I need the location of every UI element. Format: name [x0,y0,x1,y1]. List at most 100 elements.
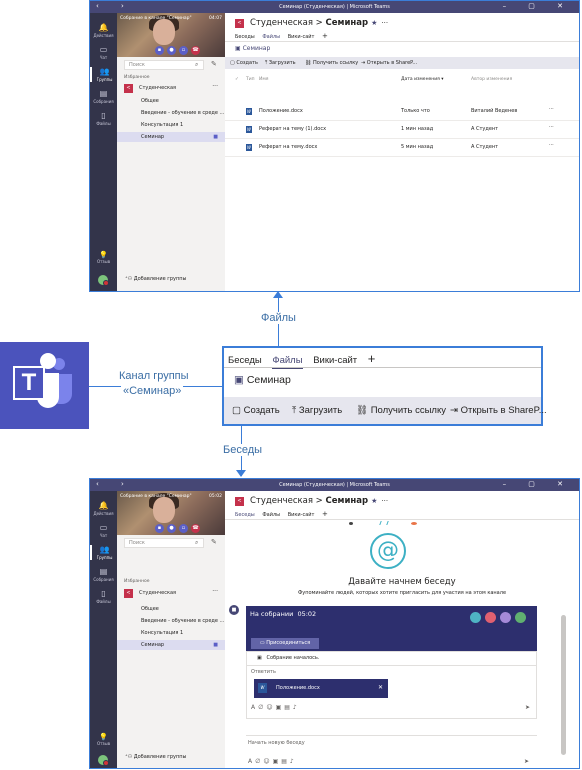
channel-general[interactable]: Общее [117,604,225,614]
more-icon[interactable]: ··· [549,106,554,112]
mic-icon[interactable]: ● [167,524,176,533]
rail-files[interactable]: ▯ Файлы [90,589,117,604]
participant-avatar[interactable] [470,612,481,623]
add-group-button[interactable]: ⁺⚇ Добавление группы [125,276,186,282]
more-icon[interactable]: ··· [212,83,218,90]
avatar[interactable] [98,755,109,766]
more-icon[interactable]: ··· [549,142,554,148]
channel-general[interactable]: Общее [117,96,225,106]
hangup-icon[interactable]: ☎ [191,524,200,533]
camera-icon[interactable]: ▪ [155,524,164,533]
file-name[interactable]: Реферат на тему (1).docx [259,126,326,132]
more-icon[interactable]: ··· [212,588,218,595]
scrollbar[interactable] [561,615,566,755]
file-name[interactable]: Положение.docx [259,108,303,114]
search-icon[interactable]: ⌕ [195,539,198,547]
participant-avatar[interactable] [500,612,511,623]
call-video[interactable]: Собрание в канале "Семинар" 04:07 ▪ ● ▫ … [117,13,225,57]
avatar[interactable] [98,275,109,286]
rail-teams[interactable]: 👥 Группы [90,545,117,560]
add-tab-icon[interactable]: + [322,32,328,40]
window-controls-icon[interactable]: – ▢ ✕ [503,2,573,10]
rail-files[interactable]: ▯ Файлы [90,111,117,126]
send-icon[interactable]: ➤ [524,758,529,765]
tab-wiki[interactable]: Вики-сайт [288,512,315,518]
rail-meetings[interactable]: ▤ Собрания [90,567,117,582]
search-icon[interactable]: ⌕ [195,61,198,69]
more-icon[interactable]: ··· [549,124,554,130]
add-tab-icon[interactable]: + [368,351,376,366]
rail-chat[interactable]: ▭ Чат [90,45,117,60]
channel-consult[interactable]: Консультация 1 [117,120,225,130]
rail-meetings[interactable]: ▤ Собрания [90,89,117,104]
participant-avatar[interactable] [485,612,496,623]
mic-icon[interactable]: ● [167,46,176,55]
zoom-open-sharepoint-button[interactable]: ⇥ Открыть в ShareP... [450,405,547,416]
join-button[interactable]: ▭ Присоединиться [251,638,319,649]
zoom-tab-wiki[interactable]: Вики-сайт [313,355,357,366]
hangup-icon[interactable]: ☎ [191,46,200,55]
rail-chat[interactable]: ▭ Чат [90,523,117,538]
zoom-upload-button[interactable]: ⤒ Загрузить [292,405,342,416]
meeting-started-label: Собрание началось. [266,655,320,661]
share-icon[interactable]: ▫ [179,46,188,55]
tab-wiki[interactable]: Вики-сайт [288,34,315,40]
upload-button[interactable]: ⤒ Загрузить [265,60,296,66]
zoom-tab-chats[interactable]: Беседы [228,355,262,366]
team-item[interactable]: < Студенческая ··· [122,588,222,599]
channel-seminar[interactable]: Семинар ■ [117,640,225,650]
channel-intro[interactable]: Введение - обучение в среде ... [117,616,225,626]
reply-input[interactable]: Ответить [251,669,276,675]
check-icon[interactable]: ✓ [235,77,239,82]
zoom-new-button[interactable]: ▢ Создать [232,405,280,416]
channel-intro[interactable]: Введение - обучение в среде ... [117,108,225,118]
meeting-title: На собрании 05:02 [250,610,316,618]
header-team[interactable]: Студенческая [250,496,313,506]
rail-activity[interactable]: 🔔 Действия [90,501,117,516]
compose-icon[interactable]: ✎ [211,60,217,68]
get-link-button[interactable]: ⛓ Получить ссылку [305,60,358,66]
rail-teams[interactable]: 👥 Группы [90,67,117,82]
add-tab-icon[interactable]: + [322,510,328,518]
tab-files[interactable]: Файлы [262,512,280,518]
file-icon: ▯ [101,589,106,598]
channel-consult[interactable]: Консультация 1 [117,628,225,638]
header-team[interactable]: Студенческая [250,18,313,28]
col-type[interactable]: Тип [246,77,255,82]
more-icon[interactable]: ··· [381,497,388,505]
col-author[interactable]: Автор изменения [471,77,512,82]
call-video[interactable]: Собрание в канале "Семинар" 05:02 ▪ ● ▫ … [117,491,225,535]
tab-chats[interactable]: Беседы [235,34,255,40]
open-sharepoint-button[interactable]: ⇥ Открыть в ShareP... [361,60,417,66]
search-input[interactable]: Поиск [124,538,204,548]
format-toolbar-icon[interactable]: A∅☺▣▤♪ [251,704,300,711]
close-icon[interactable]: ✕ [378,684,383,691]
more-icon[interactable]: ··· [381,19,388,27]
send-icon[interactable]: ➤ [525,704,530,711]
zoom-get-link-button[interactable]: ⛓ Получить ссылку [356,405,446,416]
new-button[interactable]: ▢ Создать [230,60,258,66]
rail-feedback[interactable]: 💡 Отзыв [90,251,117,264]
window-controls-icon[interactable]: – ▢ ✕ [503,480,573,488]
channel-seminar[interactable]: Семинар ■ [117,132,225,142]
new-chat-input[interactable]: Начать новую беседу [248,740,305,746]
star-icon[interactable]: ★ [371,497,377,505]
rail-feedback[interactable]: 💡 Отзыв [90,733,117,746]
table-row[interactable]: W Реферат на тему (1).docx 1 мин назад А… [225,121,579,139]
team-item[interactable]: < Студенческая ··· [122,83,222,94]
col-name[interactable]: Имя [259,77,268,82]
compose-icon[interactable]: ✎ [211,538,217,546]
table-row[interactable]: W Положение.docx Только что Виталий Веде… [225,103,579,121]
share-icon[interactable]: ▫ [179,524,188,533]
file-name[interactable]: Реферат на тему.docx [259,144,317,150]
rail-activity[interactable]: 🔔 Действия [90,23,117,38]
col-modified[interactable]: Дата изменения ▾ [401,77,444,82]
table-row[interactable]: W Реферат на тему.docx 5 мин назад А Сту… [225,139,579,157]
participant-avatar[interactable] [515,612,526,623]
add-group-button[interactable]: ⁺⚇ Добавление группы [125,754,186,760]
attachment-chip[interactable]: W Положение.docx ✕ [254,679,388,698]
star-icon[interactable]: ★ [371,19,377,27]
search-input[interactable]: Поиск [124,60,204,70]
format-toolbar-icon[interactable]: A∅☺▣▤♪ [248,758,297,765]
camera-icon[interactable]: ▪ [155,46,164,55]
